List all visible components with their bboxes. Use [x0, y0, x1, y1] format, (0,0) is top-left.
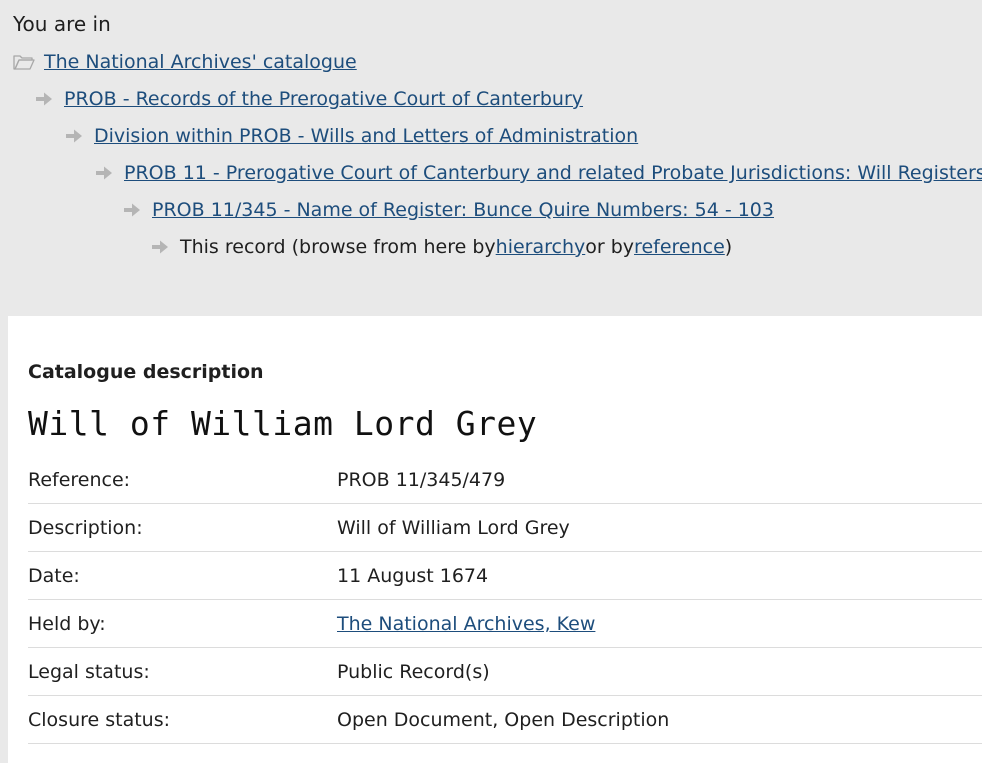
folder-icon	[13, 53, 35, 71]
breadcrumb-link-prob11-345[interactable]: PROB 11/345 - Name of Register: Bunce Qu…	[152, 199, 774, 221]
breadcrumb-item-prob: PROB - Records of the Prerogative Court …	[35, 86, 583, 112]
section-label: Catalogue description	[28, 361, 264, 383]
breadcrumb-link-division[interactable]: Division within PROB - Wills and Letters…	[94, 125, 638, 147]
catalogue-description-panel: Catalogue description Will of William Lo…	[8, 316, 982, 763]
record-title: Will of William Lord Grey	[28, 404, 538, 443]
arrow-right-icon	[65, 128, 83, 144]
record-details-table: Reference: PROB 11/345/479 Description: …	[28, 456, 982, 744]
breadcrumb-item-prob11: PROB 11 - Prerogative Court of Canterbur…	[95, 160, 982, 186]
detail-value: Open Document, Open Description	[337, 709, 670, 731]
detail-label: Closure status:	[28, 709, 171, 731]
arrow-right-icon	[151, 239, 169, 255]
detail-value: Will of William Lord Grey	[337, 517, 570, 539]
detail-value: 11 August 1674	[337, 565, 489, 587]
arrow-right-icon	[35, 91, 53, 107]
detail-row-legal-status: Legal status: Public Record(s)	[28, 648, 982, 696]
breadcrumb-item-division: Division within PROB - Wills and Letters…	[65, 123, 638, 149]
breadcrumb-link-prob11[interactable]: PROB 11 - Prerogative Court of Canterbur…	[124, 162, 982, 184]
detail-row-description: Description: Will of William Lord Grey	[28, 504, 982, 552]
browse-by-hierarchy-link[interactable]: hierarchy	[496, 236, 586, 258]
breadcrumb-link-catalogue[interactable]: The National Archives' catalogue	[44, 51, 357, 73]
detail-label: Legal status:	[28, 661, 150, 683]
detail-value: The National Archives, Kew	[337, 613, 595, 635]
current-record-suffix: )	[724, 236, 733, 258]
breadcrumb: You are in The National Archives' catalo…	[0, 0, 982, 316]
breadcrumb-item-prob11-345: PROB 11/345 - Name of Register: Bunce Qu…	[123, 197, 774, 223]
breadcrumb-link-prob[interactable]: PROB - Records of the Prerogative Court …	[64, 88, 583, 110]
detail-label: Date:	[28, 565, 80, 587]
breadcrumb-item-catalogue: The National Archives' catalogue	[13, 49, 357, 75]
detail-label: Held by:	[28, 613, 106, 635]
detail-label: Description:	[28, 517, 143, 539]
detail-row-date: Date: 11 August 1674	[28, 552, 982, 600]
browse-by-reference-link[interactable]: reference	[634, 236, 725, 258]
detail-value: Public Record(s)	[337, 661, 490, 683]
detail-row-held-by: Held by: The National Archives, Kew	[28, 600, 982, 648]
detail-row-closure-status: Closure status: Open Document, Open Desc…	[28, 696, 982, 744]
held-by-link[interactable]: The National Archives, Kew	[337, 613, 595, 635]
detail-row-reference: Reference: PROB 11/345/479	[28, 456, 982, 504]
detail-value: PROB 11/345/479	[337, 469, 506, 491]
current-record-prefix: This record (browse from here by	[180, 236, 496, 258]
breadcrumb-item-current: This record (browse from here by hierarc…	[151, 234, 732, 260]
arrow-right-icon	[123, 202, 141, 218]
breadcrumb-heading: You are in	[13, 12, 111, 36]
current-record-middle: or by	[585, 236, 635, 258]
detail-label: Reference:	[28, 469, 131, 491]
arrow-right-icon	[95, 165, 113, 181]
